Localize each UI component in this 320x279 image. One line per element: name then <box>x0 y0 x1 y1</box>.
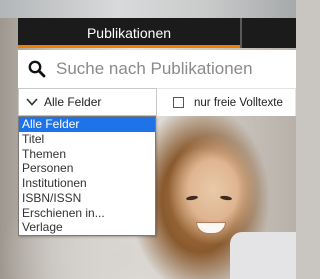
tab-publikationen[interactable]: Publikationen <box>18 18 240 48</box>
field-select[interactable]: Alle Felder <box>18 88 157 116</box>
fulltext-checkbox-label: nur freie Volltexte <box>194 96 283 109</box>
search-box <box>18 50 296 88</box>
dropdown-option-isbn-issn[interactable]: ISBN/ISSN <box>19 191 155 206</box>
dropdown-option-titel[interactable]: Titel <box>19 132 155 147</box>
chevron-down-icon <box>26 98 38 106</box>
hero-top-strip <box>0 0 296 18</box>
dropdown-option-erschienen-in[interactable]: Erschienen in... <box>19 206 155 221</box>
hero-image-detail <box>230 232 296 279</box>
field-select-dropdown: Alle Felder Titel Themen Personen Instit… <box>18 116 156 236</box>
dropdown-option-alle-felder[interactable]: Alle Felder <box>19 117 155 132</box>
fulltext-checkbox[interactable] <box>173 97 184 108</box>
search-tab-bar: Publikationen <box>18 18 296 48</box>
dropdown-option-personen[interactable]: Personen <box>19 161 155 176</box>
filter-row: Alle Felder nur freie Volltexte <box>18 88 296 116</box>
field-select-value: Alle Felder <box>44 95 102 109</box>
dropdown-option-institutionen[interactable]: Institutionen <box>19 176 155 191</box>
dropdown-option-verlage[interactable]: Verlage <box>19 220 155 235</box>
tab-secondary[interactable] <box>242 18 296 48</box>
dropdown-option-themen[interactable]: Themen <box>19 147 155 162</box>
search-input[interactable] <box>56 54 292 84</box>
search-icon[interactable] <box>28 60 46 78</box>
tab-publikationen-label: Publikationen <box>86 24 172 41</box>
fulltext-option[interactable]: nur freie Volltexte <box>157 88 296 116</box>
